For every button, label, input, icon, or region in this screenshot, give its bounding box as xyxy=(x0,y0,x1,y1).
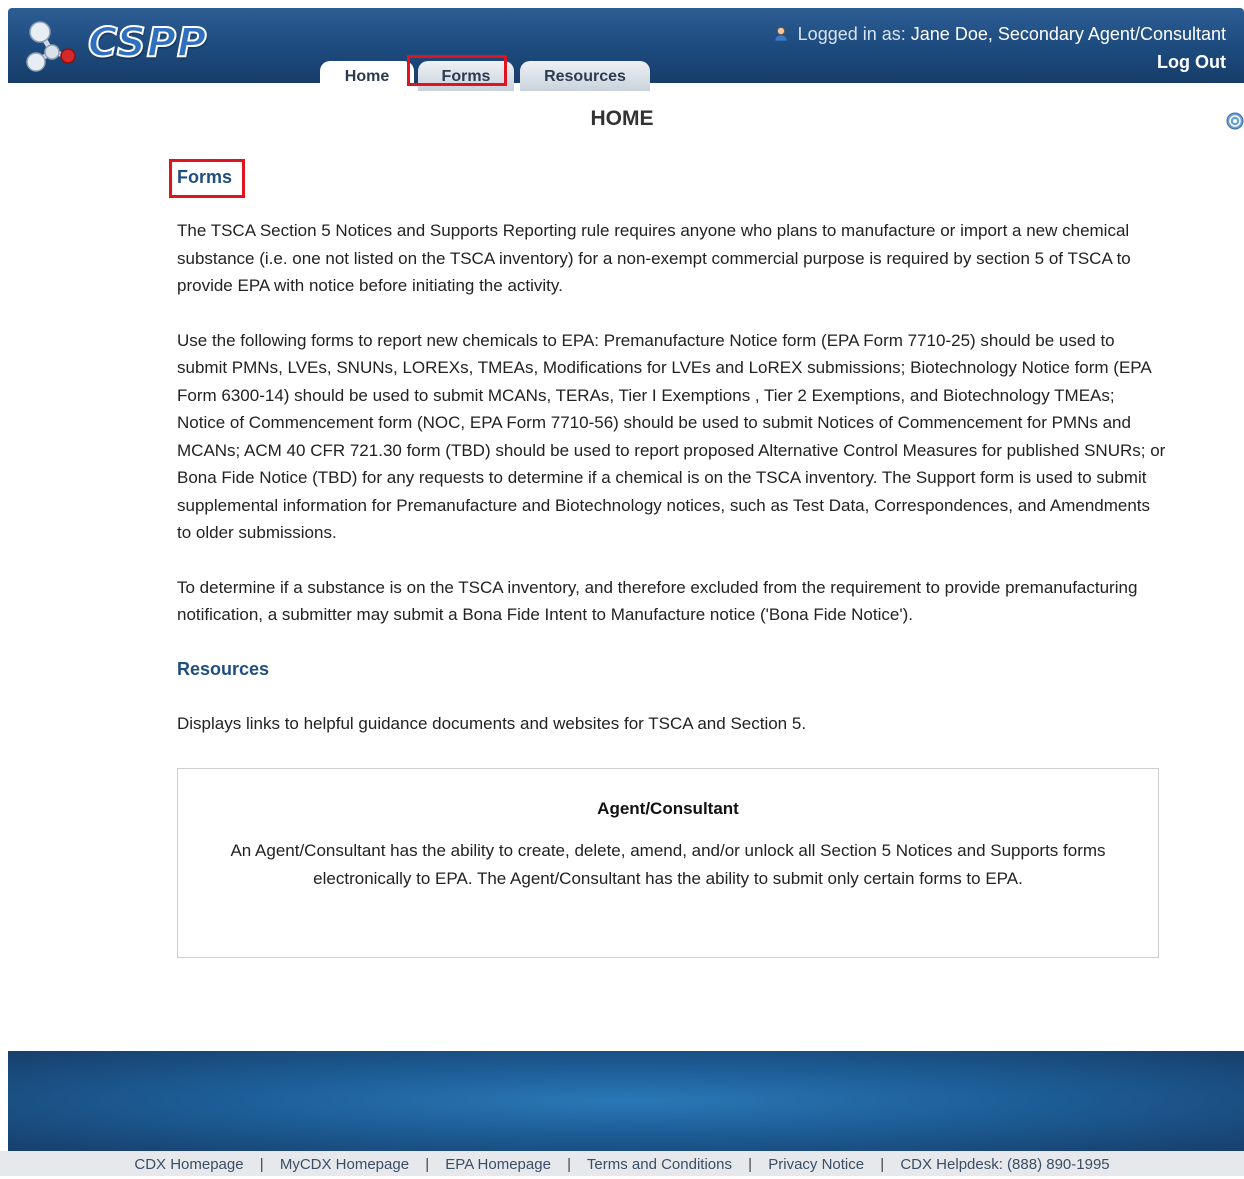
footer-separator: | xyxy=(748,1156,753,1173)
footer-link-helpdesk[interactable]: CDX Helpdesk: (888) 890-1995 xyxy=(900,1156,1109,1173)
role-description: An Agent/Consultant has the ability to c… xyxy=(230,841,1106,888)
user-name: Jane Doe, Secondary Agent/Consultant xyxy=(910,24,1226,44)
logged-in-label: Logged in as: xyxy=(797,24,906,44)
footer-band xyxy=(8,1051,1244,1151)
forms-paragraph-3: To determine if a substance is on the TS… xyxy=(177,577,1138,625)
resources-description: Displays links to helpful guidance docum… xyxy=(177,713,807,733)
footer-separator: | xyxy=(880,1156,885,1173)
role-title: Agent/Consultant xyxy=(597,799,739,818)
tab-forms[interactable]: Forms xyxy=(418,61,514,91)
footer-link-mycdx-homepage[interactable]: MyCDX Homepage xyxy=(280,1156,409,1173)
help-icon[interactable] xyxy=(1226,112,1244,130)
cspp-logo[interactable]: CSPP xyxy=(24,18,208,74)
logo-text: CSPP xyxy=(87,19,208,67)
user-info: Logged in as: Jane Doe, Secondary Agent/… xyxy=(773,22,1226,74)
logout-link[interactable]: Log Out xyxy=(773,50,1226,74)
footer-link-cdx-homepage[interactable]: CDX Homepage xyxy=(134,1156,243,1173)
header-bar: CSPP Logged in as: Jane Doe, Secondary A… xyxy=(8,8,1244,91)
page-title: HOME xyxy=(590,107,654,130)
footer-link-terms[interactable]: Terms and Conditions xyxy=(587,1156,732,1173)
resources-heading[interactable]: Resources xyxy=(177,659,1167,680)
role-description-box: Agent/Consultant An Agent/Consultant has… xyxy=(177,768,1159,958)
footer-separator: | xyxy=(259,1156,264,1173)
forms-heading[interactable]: Forms xyxy=(177,167,1167,188)
footer-separator: | xyxy=(425,1156,430,1173)
forms-paragraph-2: Use the following forms to report new ch… xyxy=(177,330,1166,543)
footer-separator: | xyxy=(567,1156,571,1173)
tab-home[interactable]: Home xyxy=(320,61,414,91)
main-content: Forms The TSCA Section 5 Notices and Sup… xyxy=(177,160,1167,737)
footer-links: CDX Homepage | MyCDX Homepage | EPA Home… xyxy=(0,1151,1244,1176)
user-icon xyxy=(774,27,788,42)
forms-paragraph-1: The TSCA Section 5 Notices and Supports … xyxy=(177,221,1131,295)
molecule-icon xyxy=(26,21,76,72)
footer-link-privacy[interactable]: Privacy Notice xyxy=(768,1156,864,1173)
footer-link-epa-homepage[interactable]: EPA Homepage xyxy=(445,1156,551,1173)
tab-resources[interactable]: Resources xyxy=(520,61,650,91)
